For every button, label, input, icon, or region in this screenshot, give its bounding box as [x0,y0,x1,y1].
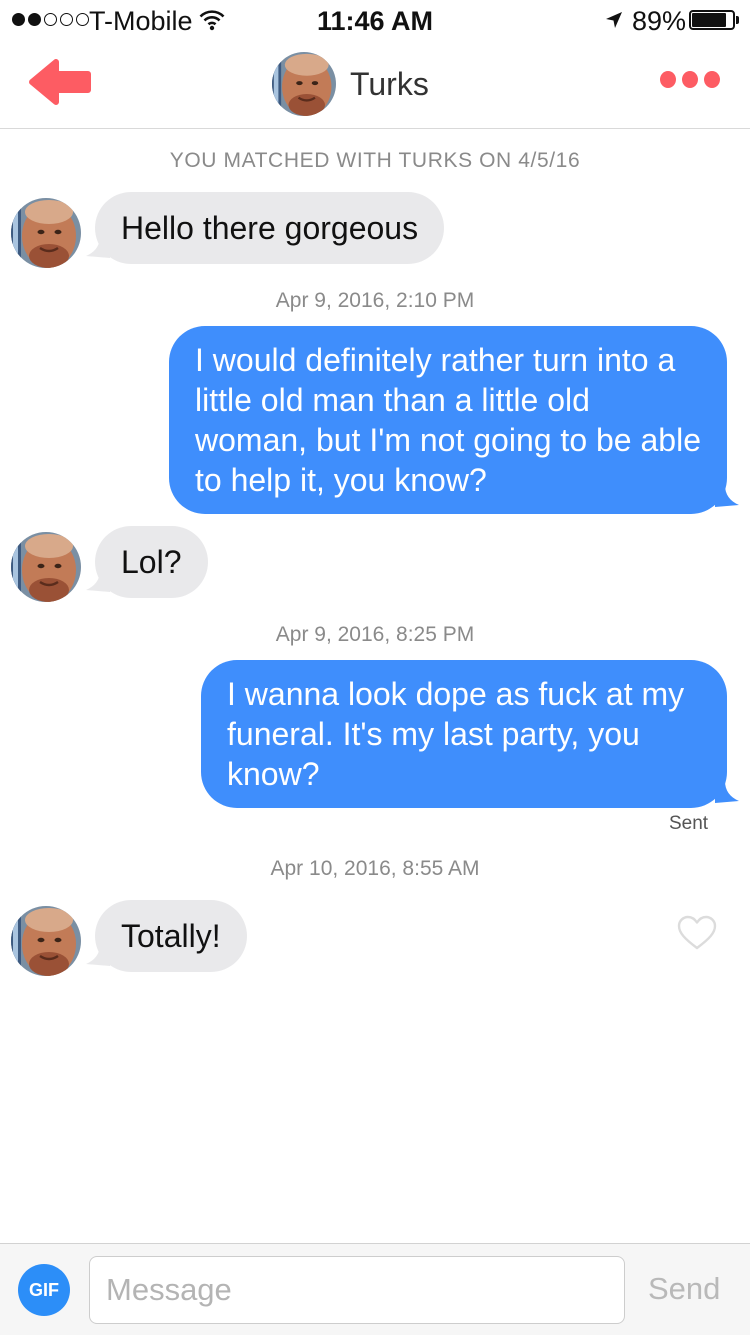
more-dots-icon [660,71,676,88]
send-button[interactable]: Send [648,1271,720,1307]
match-notice: YOU MATCHED WITH TURKS ON 4/5/16 [169,149,581,172]
status-bar: T-Mobile 11:46 AM 89% [0,0,750,40]
message-bubble-incoming[interactable]: Hello there gorgeous [95,192,445,264]
delivery-status: Sent [669,813,709,834]
battery-icon [689,10,741,32]
gif-button[interactable]: GIF [18,1264,70,1316]
message-composer: GIF Send [0,1243,750,1335]
message-bubble-outgoing[interactable]: I would definitely rather turn into a li… [169,326,727,514]
message-timestamp: Apr 9, 2016, 8:25 PM [275,623,475,646]
sender-avatar[interactable] [11,906,81,976]
back-arrow-icon [29,59,91,105]
location-arrow-icon [604,10,624,35]
message-bubble-incoming[interactable]: Totally! [95,900,247,972]
message-timestamp: Apr 9, 2016, 2:10 PM [275,289,475,312]
back-button[interactable] [26,57,92,107]
message-input[interactable] [89,1256,625,1324]
like-heart-icon[interactable] [677,915,717,956]
chat-header: Turks [0,40,750,129]
contact-name[interactable]: Turks [350,66,429,103]
message-bubble-incoming[interactable]: Lol? [95,526,208,598]
contact-avatar[interactable] [272,52,336,116]
sender-avatar[interactable] [11,198,81,268]
sender-avatar[interactable] [11,532,81,602]
bubble-tail [715,781,739,803]
more-options-button[interactable] [660,71,720,91]
message-timestamp: Apr 10, 2016, 8:55 AM [270,857,480,880]
message-bubble-outgoing[interactable]: I wanna look dope as fuck at my funeral.… [201,660,727,808]
battery-percentage: 89% [632,6,687,36]
bubble-tail [715,485,739,507]
